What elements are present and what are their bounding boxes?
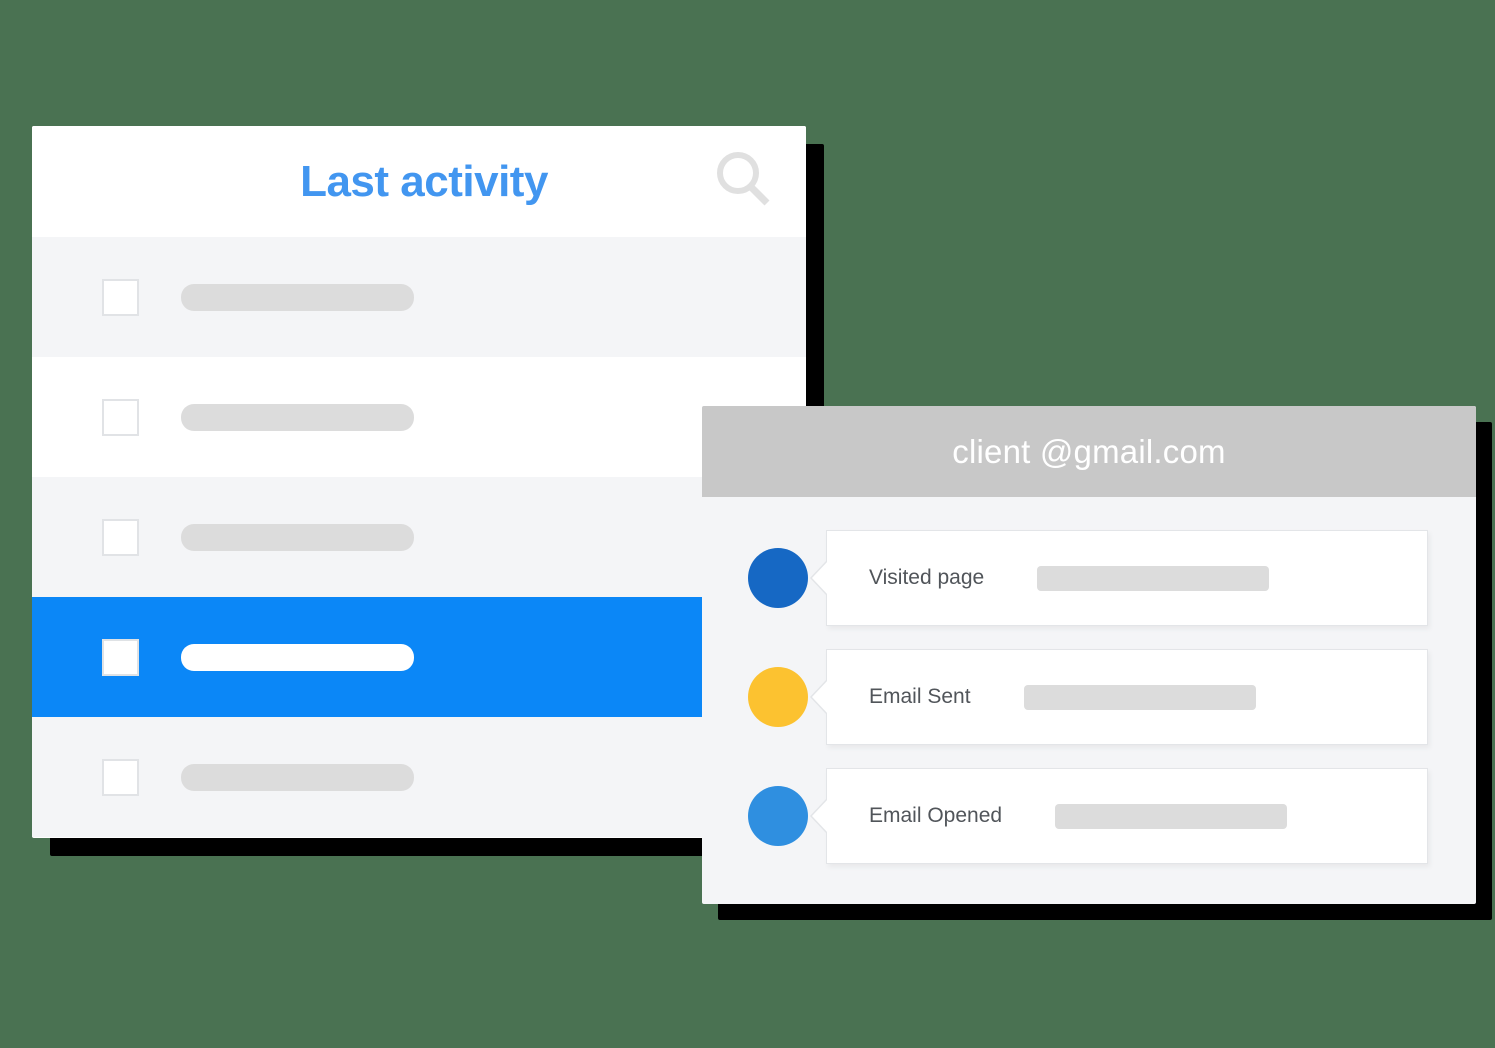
activity-label: Email Opened [869,804,1003,827]
table-row[interactable] [32,237,806,357]
activity-detail-placeholder [1055,803,1288,829]
client-panel-header: client @gmail.com [702,406,1476,497]
status-dot-email-opened [748,786,808,846]
client-detail-panel: client @gmail.com Visited page Email Sent… [702,406,1476,904]
row-checkbox[interactable] [102,518,139,556]
row-content-placeholder [181,643,414,671]
search-icon [712,148,774,215]
activity-detail-placeholder [1037,565,1270,591]
client-email-title: client @gmail.com [952,432,1226,470]
row-content-placeholder [181,523,414,551]
activity-card[interactable]: Email Opened [810,768,1428,864]
table-row[interactable] [32,357,806,477]
row-checkbox[interactable] [102,638,139,676]
status-dot-visited-page [748,548,808,608]
search-button[interactable] [710,149,776,215]
activity-card[interactable]: Email Sent [810,649,1428,745]
activity-panel-header: Last activity [32,126,806,237]
row-content-placeholder [181,763,414,791]
activity-label: Email Sent [869,685,971,708]
status-dot-email-sent [748,667,808,727]
activity-detail-placeholder [1023,684,1256,710]
row-checkbox[interactable] [102,398,139,436]
row-content-placeholder [181,283,414,311]
table-row[interactable] [32,597,806,717]
list-item[interactable]: Email Opened [748,768,1428,864]
row-content-placeholder [181,403,414,431]
activity-panel: Last activity [32,126,806,838]
activity-card[interactable]: Visited page [810,530,1428,626]
table-row[interactable] [32,717,806,837]
row-checkbox[interactable] [102,758,139,796]
activity-label: Visited page [869,566,985,589]
client-activity-timeline: Visited page Email Sent Email Opened [702,497,1476,864]
list-item[interactable]: Email Sent [748,649,1428,745]
table-row[interactable] [32,477,806,597]
row-checkbox[interactable] [102,278,139,316]
list-item[interactable]: Visited page [748,530,1428,626]
activity-row-list [32,237,806,837]
page-title: Last activity [300,156,548,206]
